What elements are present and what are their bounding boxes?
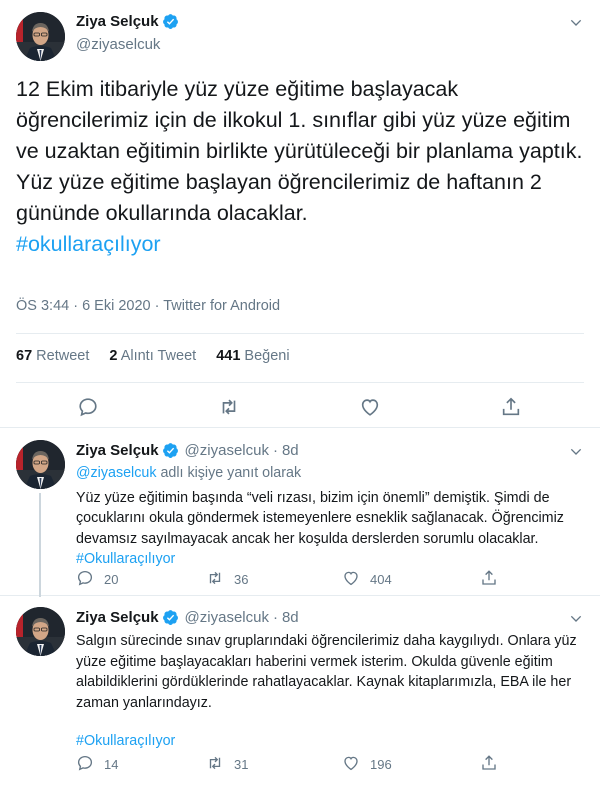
retweet-count: 36 [234,572,249,587]
verified-badge-icon [162,442,179,459]
handle[interactable]: @ziyaselcuk [185,442,269,459]
display-name[interactable]: Ziya Selçuk [76,609,159,626]
reply-count: 14 [104,757,119,772]
timestamp[interactable]: 8d [282,609,299,626]
share-button[interactable] [480,569,498,590]
reply-button[interactable]: 20 [76,569,118,590]
replying-to: @ziyaselcuk adlı kişiye yanıt olarak [76,463,586,484]
replying-to-suffix: adlı kişiye yanıt olarak [156,465,302,481]
display-name[interactable]: Ziya Selçuk [76,13,159,30]
tweet-text: 12 Ekim itibariyle yüz yüze eğitime başl… [16,74,588,260]
likes-count: 441 [216,348,241,364]
replying-to-link[interactable]: @ziyaselcuk [76,465,156,481]
avatar[interactable] [16,440,65,489]
handle[interactable]: @ziyaselcuk [185,609,269,626]
avatar[interactable] [16,607,65,656]
reply-text: Yüz yüze eğitimin başında “veli rızası, … [76,489,564,547]
reply-tweet[interactable]: Ziya Selçuk @ziyaselcuk · 8d Salgın süre… [0,597,600,786]
reply-actions: 20 36 404 [76,569,516,589]
like-icon[interactable] [359,396,381,418]
share-icon [480,569,498,590]
verified-badge-icon [162,609,179,626]
verified-badge-icon [162,13,179,30]
quotes-stat[interactable]: 2 Alıntı Tweet [109,348,196,364]
separator: · [272,609,278,626]
separator: · [272,442,278,459]
hashtag-link[interactable]: #okullaraçılıyor [16,232,161,256]
display-name[interactable]: Ziya Selçuk [76,442,159,459]
avatar[interactable] [16,12,65,61]
chevron-down-icon[interactable] [568,444,584,460]
tweet-body: 12 Ekim itibariyle yüz yüze eğitime başl… [16,77,583,225]
retweet-icon[interactable] [218,396,240,418]
timestamp[interactable]: 8d [282,442,299,459]
share-icon [480,754,498,775]
retweets-label: Retweet [36,348,90,364]
like-button[interactable]: 196 [342,754,392,775]
divider [16,382,584,383]
retweet-icon [206,754,224,775]
like-button[interactable]: 404 [342,569,392,590]
chevron-down-icon[interactable] [568,611,584,627]
hashtag-link[interactable]: #Okullaraçılıyor [76,549,586,570]
quotes-count: 2 [109,348,118,364]
reply-icon [76,754,94,775]
retweet-button[interactable]: 36 [206,569,248,590]
chevron-down-icon[interactable] [568,15,584,31]
tweet-stats: 67 Retweet 2 Alıntı Tweet 441 Beğeni [16,348,290,364]
like-icon [342,754,360,775]
reply-count: 20 [104,572,119,587]
retweets-count: 67 [16,348,33,364]
share-button[interactable] [480,754,498,775]
tweet-meta[interactable]: ÖS 3:44 · 6 Eki 2020 · Twitter for Andro… [16,298,280,314]
reply-button[interactable]: 14 [76,754,118,775]
like-icon [342,569,360,590]
reply-text: Salgın sürecinde sınav gruplarındaki öğr… [76,633,577,711]
reply-body: Salgın sürecinde sınav gruplarındaki öğr… [76,631,586,752]
thread-line [39,493,41,597]
quotes-label: Alıntı Tweet [120,348,197,364]
share-icon[interactable] [500,396,522,418]
hashtag-link[interactable]: #Okullaraçılıyor [76,731,586,752]
reply-body: @ziyaselcuk adlı kişiye yanıt olarak Yüz… [76,463,586,570]
reply-actions: 14 31 196 [76,754,516,774]
retweet-icon [206,569,224,590]
retweet-button[interactable]: 31 [206,754,248,775]
like-count: 196 [370,757,392,772]
reply-tweet[interactable]: Ziya Selçuk @ziyaselcuk · 8d @ziyaselcuk… [0,428,600,597]
retweets-stat[interactable]: 67 Retweet [16,348,89,364]
main-tweet: Ziya Selçuk @ziyaselcuk 12 Ekim itibariy… [0,0,600,428]
divider [16,333,584,334]
likes-stat[interactable]: 441 Beğeni [216,348,289,364]
reply-icon[interactable] [77,396,99,418]
like-count: 404 [370,572,392,587]
likes-label: Beğeni [244,348,290,364]
handle[interactable]: @ziyaselcuk [76,36,160,53]
retweet-count: 31 [234,757,249,772]
reply-icon [76,569,94,590]
